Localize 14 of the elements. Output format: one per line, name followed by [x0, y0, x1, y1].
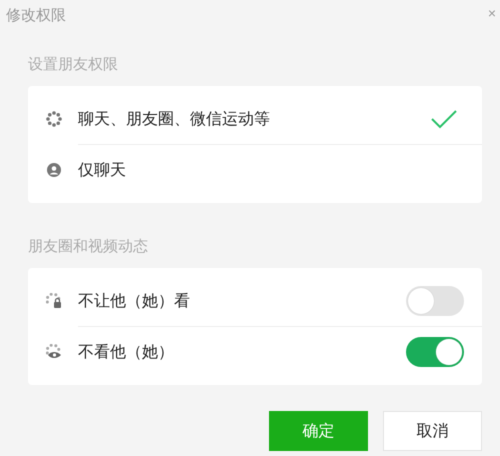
- window-title: 修改权限: [6, 6, 66, 25]
- dotted-circle-icon: [46, 111, 62, 127]
- person-circle-icon: [46, 162, 62, 178]
- section-heading: 朋友圈和视频动态: [28, 237, 149, 256]
- lock-icon: [46, 293, 62, 309]
- cancel-button[interactable]: 取消: [383, 411, 482, 451]
- eye-icon: [46, 344, 62, 360]
- option-label[interactable]: 不看他（她）: [78, 342, 174, 362]
- toggle-switch[interactable]: [406, 337, 464, 367]
- option-label[interactable]: 仅聊天: [78, 160, 126, 180]
- option-label[interactable]: 不让他（她）看: [78, 290, 190, 312]
- option-label[interactable]: 聊天、朋友圈、微信运动等: [78, 108, 270, 130]
- section-heading: 设置朋友权限: [28, 55, 119, 74]
- toggle-switch[interactable]: [406, 286, 464, 316]
